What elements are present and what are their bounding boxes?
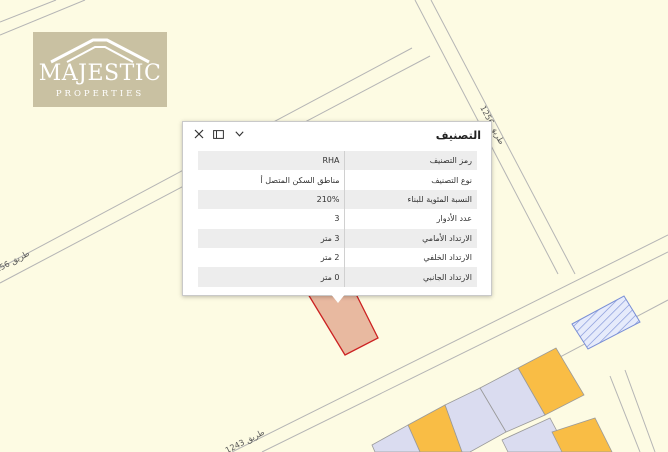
close-button[interactable]: [192, 127, 206, 141]
attr-value: 210%: [316, 194, 340, 204]
majestic-logo: MAJESTIC PROPERTIES: [33, 32, 167, 107]
road-label-1256-left: طريق 1256: [0, 249, 31, 277]
dock-icon: [212, 129, 224, 139]
attr-value: 2 متر: [320, 253, 340, 263]
chevron-down-icon: [234, 131, 244, 137]
road-label-1243: طريق 1243: [224, 428, 266, 452]
popup-title: التصنيف: [435, 129, 481, 142]
attr-value: 0 متر: [320, 272, 340, 282]
attr-name: نوع التصنيف: [344, 170, 477, 190]
logo-title: MAJESTIC: [38, 61, 162, 86]
selected-parcel[interactable]: [306, 293, 379, 356]
attr-name: الارتداد الخلفي: [344, 247, 477, 268]
hatched-parcel: [571, 295, 641, 350]
dock-button[interactable]: [211, 127, 225, 141]
close-icon: [194, 129, 204, 139]
attr-name: النسبة المئوية للبناء: [344, 189, 477, 210]
attribute-popup: التصنيف RHA رمز التصنيف مناطق السكن المت…: [182, 121, 492, 296]
attr-name: رمز التصنيف: [344, 151, 477, 171]
logo-subtitle: PROPERTIES: [55, 89, 145, 99]
attr-name: الارتداد الأمامي: [344, 228, 477, 248]
attr-value: 3 متر: [320, 233, 340, 243]
attr-name: الارتداد الجانبي: [344, 267, 477, 287]
attr-name: عدد الأدوار: [344, 209, 477, 229]
table-row: 2 متر الارتداد الخلفي: [198, 247, 477, 268]
attr-value: RHA: [322, 156, 340, 166]
building-orange: [551, 417, 613, 452]
attr-value: 3: [334, 214, 340, 224]
popup-pointer: [330, 293, 346, 303]
table-row: RHA رمز التصنيف: [198, 151, 477, 171]
building-blocks: [371, 347, 613, 452]
table-row: 210% النسبة المئوية للبناء: [198, 189, 477, 210]
table-row: 3 متر الارتداد الأمامي: [198, 228, 477, 248]
attribute-table: RHA رمز التصنيف مناطق السكن المتصل أ نوع…: [198, 151, 477, 287]
table-row: 0 متر الارتداد الجانبي: [198, 267, 477, 287]
attr-value: مناطق السكن المتصل أ: [260, 175, 340, 185]
table-row: مناطق السكن المتصل أ نوع التصنيف: [198, 170, 477, 190]
table-row: 3 عدد الأدوار: [198, 209, 477, 229]
collapse-button[interactable]: [233, 127, 245, 141]
